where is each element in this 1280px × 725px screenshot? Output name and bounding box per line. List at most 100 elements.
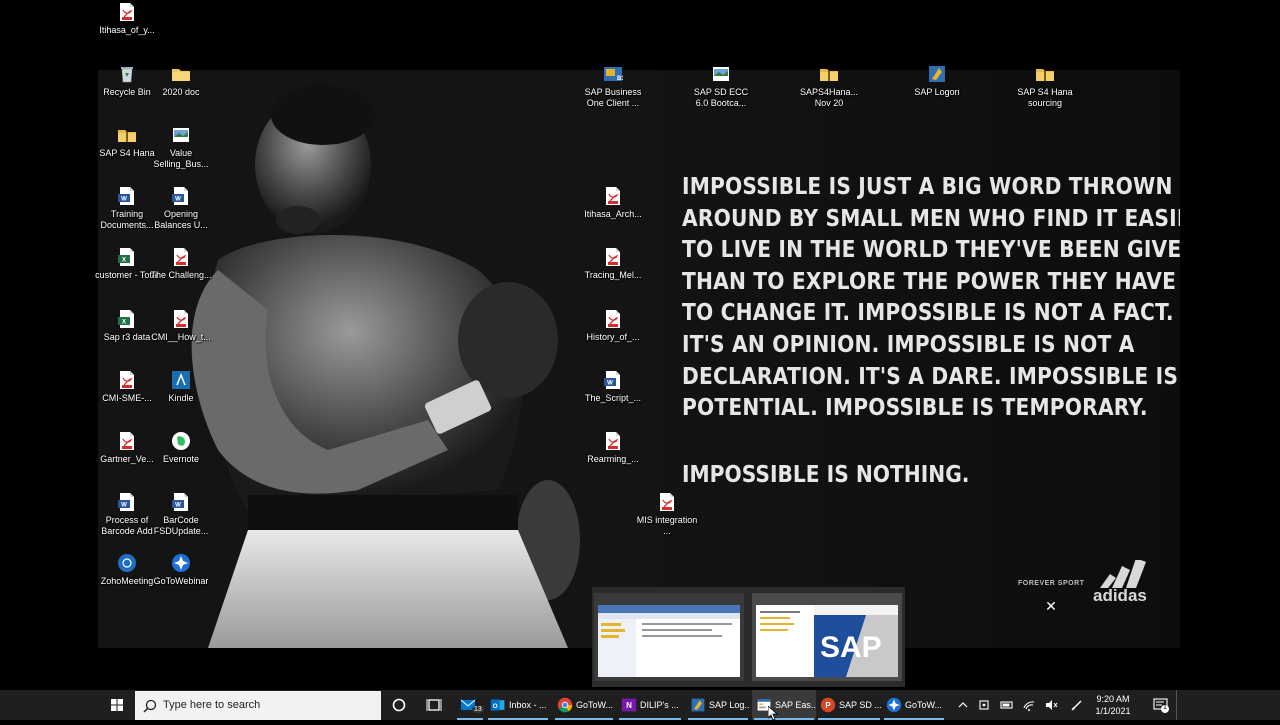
folder-icon xyxy=(171,64,191,84)
taskbar-clock[interactable]: 9:20 AM 1/1/2021 xyxy=(1090,693,1136,717)
start-button[interactable] xyxy=(100,690,134,720)
desktop-icon-label: The_Script_... xyxy=(584,393,642,403)
wifi-icon[interactable] xyxy=(1022,698,1036,712)
taskbar-app-button[interactable]: SAP Log... xyxy=(686,690,750,720)
word-icon: W xyxy=(118,493,134,511)
desktop-icon[interactable]: History_of_... xyxy=(580,309,646,343)
search-placeholder: Type here to search xyxy=(163,699,261,711)
svg-text:W: W xyxy=(121,503,127,509)
svg-text:O: O xyxy=(493,703,498,710)
image-file-icon xyxy=(711,64,731,84)
speaker-muted-icon[interactable] xyxy=(1044,698,1058,712)
powerpoint-icon: P xyxy=(820,697,836,713)
evernote-icon xyxy=(171,431,191,451)
pdf-icon xyxy=(603,247,623,267)
desktop-icon[interactable]: The Challeng... xyxy=(148,247,214,281)
pdf-icon xyxy=(606,187,620,205)
pdf-icon xyxy=(120,371,134,389)
gotowebinar-icon xyxy=(886,697,902,713)
desktop-icon[interactable]: MIS integration ... xyxy=(634,492,700,537)
close-icon[interactable]: ✕ xyxy=(1042,597,1060,615)
taskbar-app-button[interactable]: SAP Eas... xyxy=(752,690,816,720)
sap-b1-icon: B1 xyxy=(604,67,625,82)
system-tray: 9:20 AM 1/1/2021 1 xyxy=(950,690,1280,720)
desktop-icon[interactable]: SAP S4 Hana sourcing xyxy=(1012,64,1078,109)
taskbar-app-button[interactable]: P SAP SD ... xyxy=(816,690,882,720)
folder-zip-icon xyxy=(820,69,838,81)
evernote-icon xyxy=(172,432,190,450)
desktop-icon[interactable]: Tracing_Mel... xyxy=(580,247,646,281)
pdf-icon xyxy=(171,309,191,329)
desktop-icon[interactable]: SAP Logon xyxy=(904,64,970,98)
cortana-button[interactable] xyxy=(388,694,410,716)
taskbar-app-button[interactable]: O Inbox - ... xyxy=(486,690,550,720)
quote-line: DECLARATION. IT'S A DARE. IMPOSSIBLE IS xyxy=(682,363,1179,390)
taskbar-app-button[interactable]: N DILIP's ... xyxy=(617,690,683,720)
taskbar-app-button[interactable]: GoToW... xyxy=(553,690,615,720)
desktop-icon[interactable]: GoToWebinar xyxy=(148,553,214,587)
taskbar-app-button[interactable]: GoToW... xyxy=(882,690,946,720)
desktop-icon-label: History_of_... xyxy=(586,332,640,342)
svg-text:B1: B1 xyxy=(617,76,623,82)
desktop-icon-label: Value Selling_Bus... xyxy=(153,148,209,169)
desktop-icon-label: Opening Balances U... xyxy=(154,209,208,230)
desktop-icon[interactable]: Kindle xyxy=(148,370,214,404)
pdf-icon xyxy=(117,431,137,451)
pdf-icon xyxy=(174,248,188,266)
taskbar-search-box[interactable]: Type here to search xyxy=(135,691,381,720)
svg-text:W: W xyxy=(121,197,127,203)
mail-badge: 13 xyxy=(472,706,484,713)
taskbar-app-label: SAP Log... xyxy=(709,700,750,710)
window-thumbnail[interactable]: SAP ✕ xyxy=(752,593,1057,681)
pen-icon[interactable] xyxy=(1070,698,1084,712)
svg-text:N: N xyxy=(626,701,632,710)
desktop-icon-label: Kindle xyxy=(168,393,194,403)
cortana-circle-icon xyxy=(392,698,406,712)
desktop-icon[interactable]: Itihasa_Arch... xyxy=(580,186,646,220)
taskbar-thumbnail-popup: SAP ✕ xyxy=(592,587,1057,687)
desktop-icon[interactable]: Rearming_... xyxy=(580,431,646,465)
brand-tagline: FOREVER SPORT xyxy=(1018,580,1085,587)
excel-icon: X xyxy=(117,309,137,329)
folder-zip-icon xyxy=(819,64,839,84)
sap-logon-preview: SAP xyxy=(756,605,898,677)
action-center-button[interactable]: 1 xyxy=(1152,696,1170,714)
word-icon: W xyxy=(603,370,623,390)
taskbar-app-label: SAP Eas... xyxy=(775,700,816,710)
thumbnail-preview: SAP xyxy=(756,605,898,677)
desktop-icon[interactable]: W Opening Balances U... xyxy=(148,186,214,231)
desktop-icon[interactable]: Value Selling_Bus... xyxy=(148,125,214,170)
pdf-icon xyxy=(606,248,620,266)
desktop-icon[interactable]: SAPS4Hana... Nov 20 xyxy=(796,64,862,109)
task-view-button[interactable] xyxy=(423,694,445,716)
sap-logon-icon xyxy=(691,698,705,712)
recycle-bin-icon xyxy=(117,64,137,84)
pdf-icon xyxy=(120,3,134,21)
image-file-icon xyxy=(713,67,729,81)
pdf-icon xyxy=(603,309,623,329)
svg-text:W: W xyxy=(175,197,181,203)
mouse-cursor-icon xyxy=(768,706,778,720)
desktop-icon[interactable]: 2020 doc xyxy=(148,64,214,98)
desktop-icon[interactable]: CMI__How_t... xyxy=(148,309,214,343)
taskbar-mail[interactable]: 13 xyxy=(455,690,485,720)
window-thumbnail[interactable] xyxy=(594,593,744,681)
thumbnail-preview xyxy=(598,605,740,677)
folder-zip-icon xyxy=(118,130,136,142)
desktop-icon-label: Evernote xyxy=(162,454,200,464)
desktop-icon[interactable]: Itihasa_of_y... xyxy=(94,2,160,36)
chevron-up-icon[interactable] xyxy=(956,698,970,712)
svg-text:X: X xyxy=(122,320,126,326)
show-desktop-button[interactable] xyxy=(1176,690,1181,720)
svg-text:W: W xyxy=(607,381,613,387)
meet-now-icon[interactable] xyxy=(978,698,992,712)
pdf-icon xyxy=(603,186,623,206)
taskbar: Type here to search 13 9:20 AM 1/1/2021 xyxy=(0,690,1280,720)
search-icon xyxy=(143,699,157,713)
desktop-icon[interactable]: B1 SAP Business One Client ... xyxy=(580,64,646,109)
desktop-icon[interactable]: W BarCode FSDUpdate... xyxy=(148,492,214,537)
desktop-icon[interactable]: Evernote xyxy=(148,431,214,465)
desktop-icon[interactable]: W The_Script_... xyxy=(580,370,646,404)
battery-icon[interactable] xyxy=(1000,698,1014,712)
desktop-icon[interactable]: SAP SD ECC 6.0 Bootca... xyxy=(688,64,754,109)
